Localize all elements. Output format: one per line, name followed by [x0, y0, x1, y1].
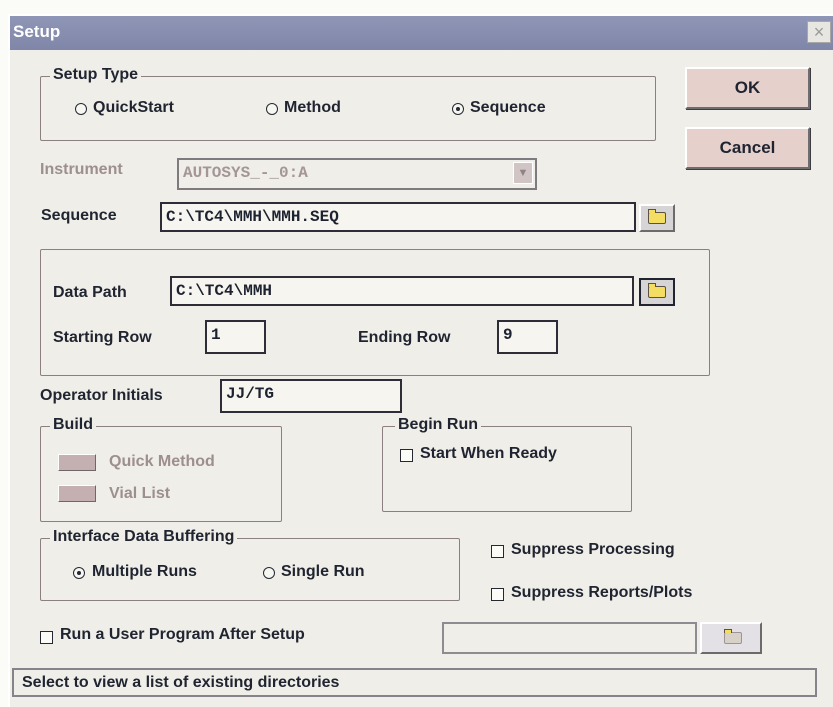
sequence-label: Sequence [41, 207, 117, 224]
quickstart-radio[interactable] [75, 103, 87, 115]
ending-row-label: Ending Row [358, 329, 451, 346]
suppress-processing-checkbox[interactable] [491, 545, 504, 558]
folder-icon [648, 283, 666, 298]
suppress-processing-label[interactable]: Suppress Processing [511, 541, 675, 559]
starting-row-label: Starting Row [53, 329, 152, 346]
method-label[interactable]: Method [284, 99, 341, 117]
close-icon: × [813, 22, 825, 42]
sequence-field[interactable]: C:\TC4\MMH\MMH.SEQ [160, 202, 636, 232]
run-user-program-label[interactable]: Run a User Program After Setup [60, 626, 305, 644]
quickstart-label[interactable]: QuickStart [93, 99, 174, 117]
multiple-runs-label[interactable]: Multiple Runs [92, 563, 197, 581]
data-path-label: Data Path [53, 284, 127, 301]
begin-run-label: Begin Run [395, 416, 481, 434]
method-radio[interactable] [266, 103, 278, 115]
top-strip [0, 0, 833, 14]
data-path-field[interactable]: C:\TC4\MMH [170, 276, 634, 306]
ending-row-field[interactable]: 9 [497, 320, 558, 354]
sequence-radio-label[interactable]: Sequence [470, 99, 546, 117]
operator-initials-field[interactable]: JJ/TG [220, 379, 402, 413]
sequence-radio[interactable] [452, 103, 464, 115]
start-when-ready-checkbox[interactable] [400, 449, 413, 462]
close-button[interactable]: × [807, 21, 831, 43]
cancel-button[interactable]: Cancel [685, 127, 810, 169]
title-bar: Setup × [10, 16, 833, 50]
multiple-runs-radio[interactable] [73, 567, 85, 579]
setup-type-label: Setup Type [50, 66, 142, 84]
setup-dialog: Setup × OK Cancel Setup Type QuickStart … [8, 14, 833, 707]
suppress-reports-label[interactable]: Suppress Reports/Plots [511, 584, 692, 602]
begin-run-group [382, 426, 632, 512]
user-program-field[interactable] [442, 622, 697, 654]
build-label: Build [50, 416, 96, 434]
suppress-reports-checkbox[interactable] [491, 588, 504, 601]
starting-row-field[interactable]: 1 [205, 320, 266, 354]
quick-method-label: Quick Method [109, 453, 215, 470]
instrument-label: Instrument [40, 161, 123, 178]
ok-button[interactable]: OK [685, 67, 810, 109]
chevron-down-icon[interactable]: ▼ [513, 162, 533, 184]
single-run-radio[interactable] [263, 567, 275, 579]
instrument-select[interactable]: AUTOSYS_-_0:A [177, 158, 537, 190]
single-run-label[interactable]: Single Run [281, 563, 365, 581]
folder-icon [648, 209, 666, 224]
vial-list-label: Vial List [109, 485, 171, 502]
data-path-browse-button[interactable] [639, 278, 675, 306]
data-path-group [40, 249, 710, 376]
start-when-ready-label[interactable]: Start When Ready [420, 445, 557, 463]
sequence-browse-button[interactable] [639, 204, 675, 232]
status-bar: Select to view a list of existing direct… [12, 668, 817, 697]
folder-icon [724, 629, 742, 644]
operator-initials-label: Operator Initials [40, 387, 163, 404]
interface-buffering-label: Interface Data Buffering [50, 528, 238, 546]
run-user-program-checkbox[interactable] [40, 631, 53, 644]
quick-method-button[interactable] [58, 454, 96, 471]
vial-list-button[interactable] [58, 485, 96, 502]
user-program-browse-button[interactable] [700, 622, 762, 654]
window-title: Setup [13, 22, 61, 41]
build-group [40, 426, 282, 522]
